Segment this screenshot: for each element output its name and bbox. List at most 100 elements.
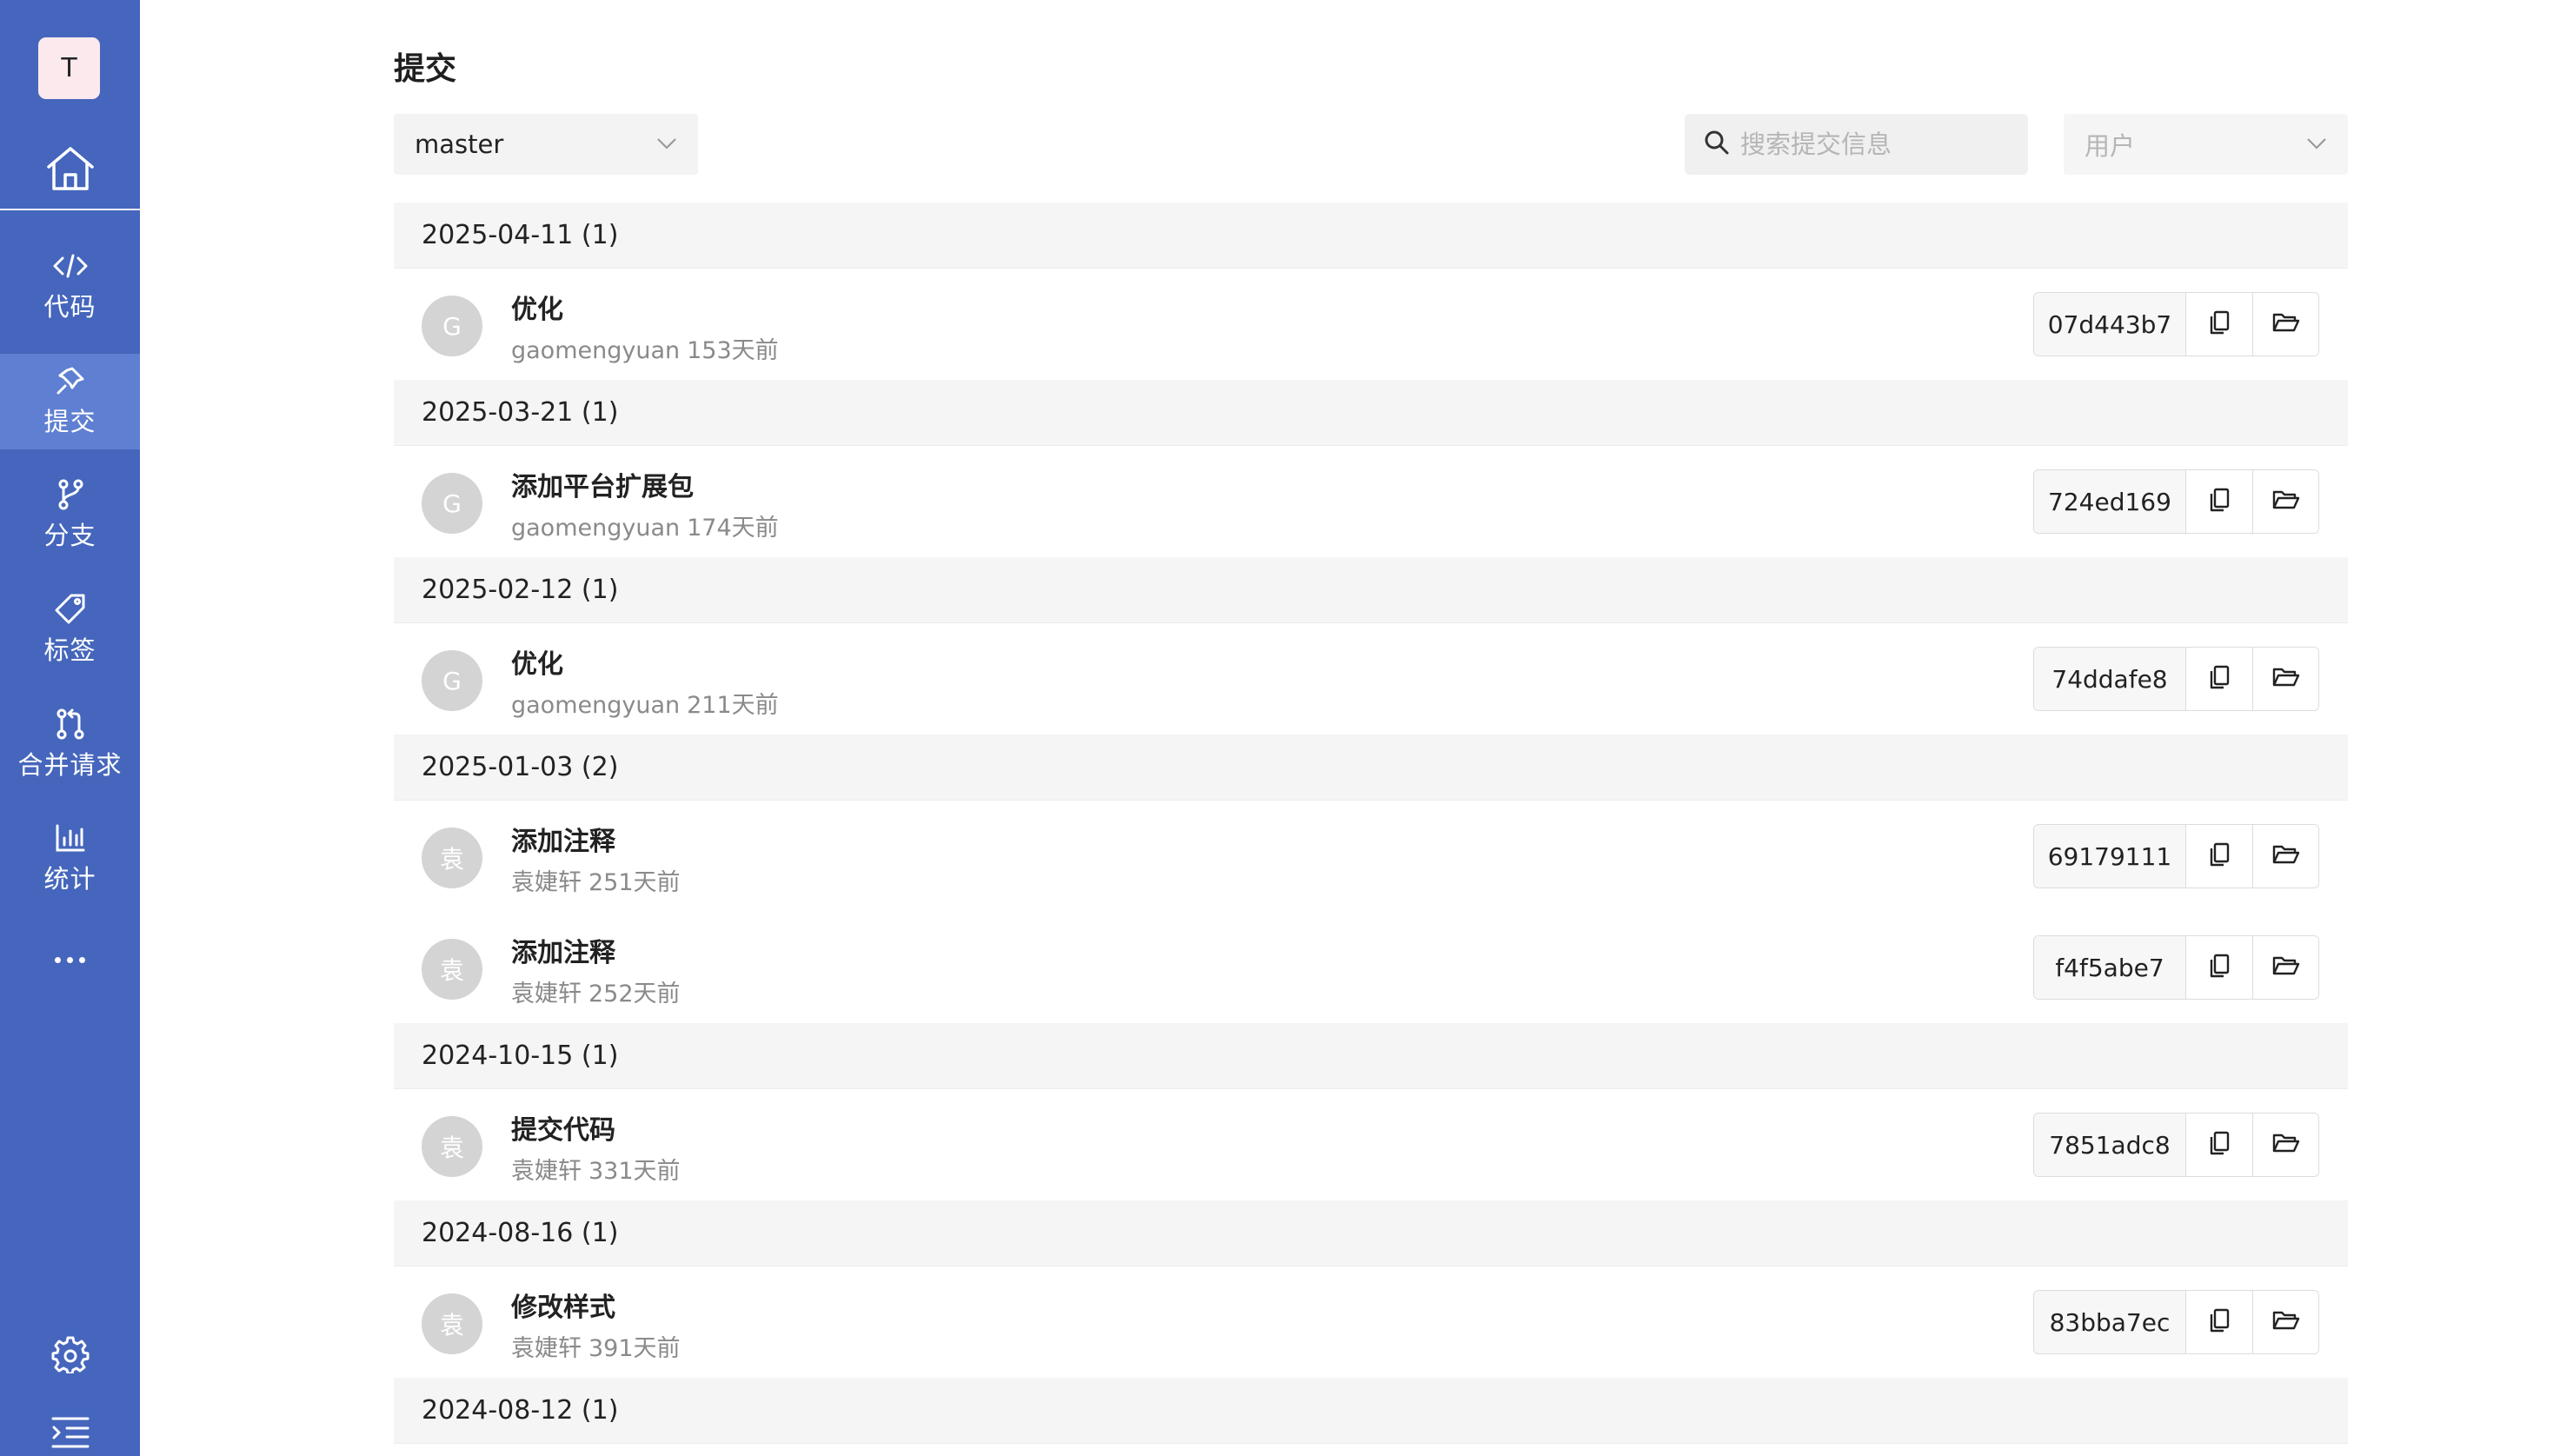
- copy-sha-button[interactable]: [2186, 293, 2252, 356]
- settings-button[interactable]: [0, 1330, 140, 1382]
- commit-author: 袁婕轩: [511, 981, 582, 1007]
- avatar: 袁: [422, 1116, 482, 1177]
- commit-author: gaomengyuan: [511, 337, 681, 364]
- group-count: (1): [581, 1040, 619, 1071]
- commit-message[interactable]: 优化: [511, 288, 563, 326]
- copy-sha-button[interactable]: [2186, 825, 2252, 888]
- sidebar-item-branches[interactable]: 分支: [0, 468, 140, 563]
- date-group-header: 2024-08-16 (1): [394, 1200, 2348, 1267]
- user-filter-placeholder: 用户: [2085, 131, 2136, 161]
- user-avatar[interactable]: T: [38, 37, 100, 99]
- search-icon: [1704, 130, 1730, 159]
- commit-row[interactable]: G 优化 gaomengyuan 153天前 07d443b7: [394, 269, 2348, 380]
- browse-files-button[interactable]: [2252, 1114, 2318, 1176]
- commit-message[interactable]: 优化: [511, 642, 563, 681]
- copy-sha-button[interactable]: [2186, 936, 2252, 999]
- folder-open-icon: [2272, 666, 2300, 692]
- copy-sha-button[interactable]: [2186, 470, 2252, 533]
- group-date: 2024-10-15: [422, 1040, 574, 1071]
- copy-icon: [2207, 309, 2231, 339]
- pin-icon: [55, 365, 86, 396]
- commit-row[interactable]: 袁 修改样式 袁婕轩 391天前 83bba7ec: [394, 1267, 2348, 1378]
- date-group-header: 2024-08-12 (1): [394, 1378, 2348, 1444]
- copy-icon: [2207, 1130, 2231, 1160]
- sidebar-item-label: 代码: [43, 292, 96, 322]
- commit-meta: 袁婕轩 252天前: [511, 974, 681, 1008]
- commit-sha-button[interactable]: f4f5abe7: [2034, 936, 2186, 999]
- commit-sha-button[interactable]: 07d443b7: [2034, 293, 2186, 356]
- group-date: 2024-08-16: [422, 1218, 574, 1248]
- commit-message[interactable]: 添加注释: [511, 820, 615, 858]
- commit-message[interactable]: 添加注释: [511, 931, 615, 969]
- chevron-down-icon: [2306, 136, 2327, 153]
- date-group-header: 2025-02-12 (1): [394, 557, 2348, 623]
- sidebar-item-tags[interactable]: 标签: [0, 582, 140, 678]
- commit-message[interactable]: 修改样式: [511, 1286, 615, 1324]
- page-title: 提交: [394, 51, 457, 87]
- folder-open-icon: [2272, 843, 2300, 869]
- commit-meta: gaomengyuan 174天前: [511, 509, 779, 542]
- commit-time: 153天前: [687, 337, 779, 364]
- commit-author: 袁婕轩: [511, 1158, 582, 1185]
- commit-actions: 83bba7ec: [2033, 1290, 2319, 1354]
- group-date: 2025-02-12: [422, 575, 574, 605]
- commit-meta: gaomengyuan 211天前: [511, 686, 779, 720]
- sidebar-divider: [0, 209, 140, 210]
- sidebar-item-label: 分支: [43, 521, 96, 550]
- commit-message[interactable]: 添加平台扩展包: [511, 465, 694, 503]
- sidebar-item-commits[interactable]: 提交: [0, 354, 140, 449]
- commit-meta: gaomengyuan 153天前: [511, 331, 779, 365]
- commit-row[interactable]: 袁 提交代码 袁婕轩 331天前 7851adc8: [394, 1089, 2348, 1200]
- browse-files-button[interactable]: [2252, 936, 2318, 999]
- group-date: 2024-08-12: [422, 1395, 574, 1426]
- avatar: G: [422, 473, 482, 534]
- copy-sha-button[interactable]: [2186, 1114, 2252, 1176]
- browse-files-button[interactable]: [2252, 293, 2318, 356]
- sidebar-item-statistics[interactable]: 统计: [0, 811, 140, 907]
- user-filter-select[interactable]: 用户: [2064, 114, 2348, 175]
- commit-row[interactable]: G 优化 gaomengyuan 211天前 74ddafe8: [394, 623, 2348, 735]
- chevron-down-icon: [656, 136, 677, 153]
- sidebar-item-merge-requests[interactable]: 合并请求: [0, 697, 140, 793]
- browse-files-button[interactable]: [2252, 470, 2318, 533]
- branch-select-value: master: [415, 130, 504, 159]
- commit-sha-button[interactable]: 69179111: [2034, 825, 2186, 888]
- commit-sha-button[interactable]: 74ddafe8: [2034, 648, 2186, 710]
- bar-chart-icon: [55, 822, 86, 854]
- commit-sha-button[interactable]: 7851adc8: [2034, 1114, 2186, 1176]
- search-input[interactable]: [1740, 130, 2018, 159]
- commit-message[interactable]: 提交代码: [511, 1108, 615, 1147]
- sidebar-item-label: 合并请求: [17, 750, 123, 780]
- commit-row[interactable]: 袁 添加注释 袁婕轩 251天前 69179111: [394, 801, 2348, 912]
- commit-actions: 724ed169: [2033, 469, 2319, 534]
- commit-actions: 74ddafe8: [2033, 647, 2319, 711]
- commit-author: 袁婕轩: [511, 869, 582, 896]
- copy-sha-button[interactable]: [2186, 1291, 2252, 1353]
- commit-row[interactable]: 袁 添加注释 袁婕轩 252天前 f4f5abe7: [394, 912, 2348, 1023]
- browse-files-button[interactable]: [2252, 825, 2318, 888]
- commit-time: 251天前: [588, 869, 681, 896]
- commit-actions: f4f5abe7: [2033, 935, 2319, 1000]
- commit-row[interactable]: G 添加平台扩展包 gaomengyuan 174天前 724ed169: [394, 446, 2348, 557]
- app-window: T 代码 提交 分支 标签 合并请求 统计 提交 master 搜索提交信息 用…: [0, 0, 2560, 1456]
- copy-sha-button[interactable]: [2186, 648, 2252, 710]
- commit-meta: 袁婕轩 251天前: [511, 863, 681, 897]
- group-count: (1): [581, 1218, 619, 1248]
- more-menu-button[interactable]: [0, 939, 140, 981]
- sidebar-item-label: 统计: [43, 864, 96, 894]
- collapse-sidebar-button[interactable]: [0, 1408, 140, 1456]
- commit-author: gaomengyuan: [511, 515, 681, 542]
- browse-files-button[interactable]: [2252, 1291, 2318, 1353]
- gear-icon: [51, 1335, 90, 1377]
- home-button[interactable]: [0, 130, 140, 210]
- commit-sha-button[interactable]: 724ed169: [2034, 470, 2186, 533]
- branch-select[interactable]: master: [394, 114, 698, 175]
- branch-icon: [56, 479, 85, 510]
- search-box[interactable]: [1685, 114, 2028, 175]
- group-count: (1): [581, 397, 619, 428]
- browse-files-button[interactable]: [2252, 648, 2318, 710]
- commit-sha-button[interactable]: 83bba7ec: [2034, 1291, 2186, 1353]
- commit-author: 袁婕轩: [511, 1335, 582, 1362]
- date-group-header: 2025-01-03 (2): [394, 735, 2348, 801]
- sidebar-item-code[interactable]: 代码: [0, 239, 140, 335]
